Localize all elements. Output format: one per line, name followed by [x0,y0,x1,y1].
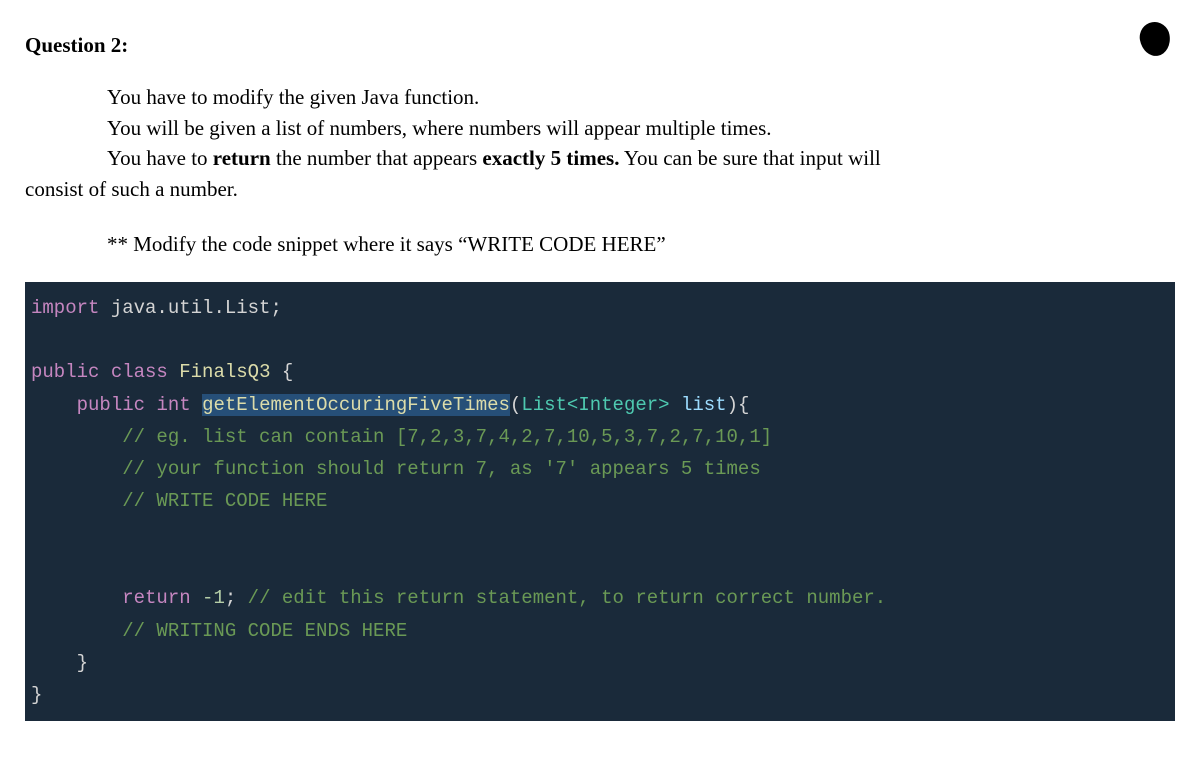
code-semi: ; [225,587,236,609]
question-header: Question 2: [25,30,1175,60]
instruction-line-2: You will be given a list of numbers, whe… [107,113,1175,143]
code-package: java.util.List; [99,297,281,319]
code-param-name: list [670,394,727,416]
code-comment: // WRITE CODE HERE [122,490,327,512]
code-keyword-return: return [122,587,190,609]
instructions-block: You have to modify the given Java functi… [25,82,1175,204]
instruction-line-1: You have to modify the given Java functi… [107,82,1175,112]
code-param-type: List<Integer> [521,394,669,416]
code-paren: ( [510,394,521,416]
instruction-line-4: consist of such a number. [25,174,1175,204]
code-keyword-import: import [31,297,99,319]
modify-note: ** Modify the code snippet where it says… [25,229,1175,259]
code-class-name: FinalsQ3 [179,361,270,383]
code-brace: { [270,361,293,383]
code-paren: ){ [727,394,750,416]
code-number: -1 [191,587,225,609]
code-brace-close: } [31,684,42,706]
instruction-text: You have to [107,146,213,170]
code-keyword-int: int [156,394,190,416]
code-comment: // your function should return 7, as '7'… [122,458,761,480]
code-method-name: getElementOccuringFiveTimes [202,394,510,416]
code-keyword-public: public [31,361,99,383]
code-comment: // edit this return statement, to return… [236,587,886,609]
code-comment: // eg. list can contain [7,2,3,7,4,2,7,1… [122,426,772,448]
instruction-bold-return: return [213,146,271,170]
code-comment: // WRITING CODE ENDS HERE [122,620,407,642]
code-brace-close: } [77,652,88,674]
code-block: import java.util.List; public class Fina… [25,282,1175,722]
instruction-text: You can be sure that input will [619,146,880,170]
instruction-bold-exactly: exactly 5 times. [482,146,619,170]
code-keyword-class: class [111,361,168,383]
code-keyword-public: public [77,394,145,416]
instruction-text: the number that appears [271,146,483,170]
instruction-line-3: You have to return the number that appea… [107,143,1175,173]
